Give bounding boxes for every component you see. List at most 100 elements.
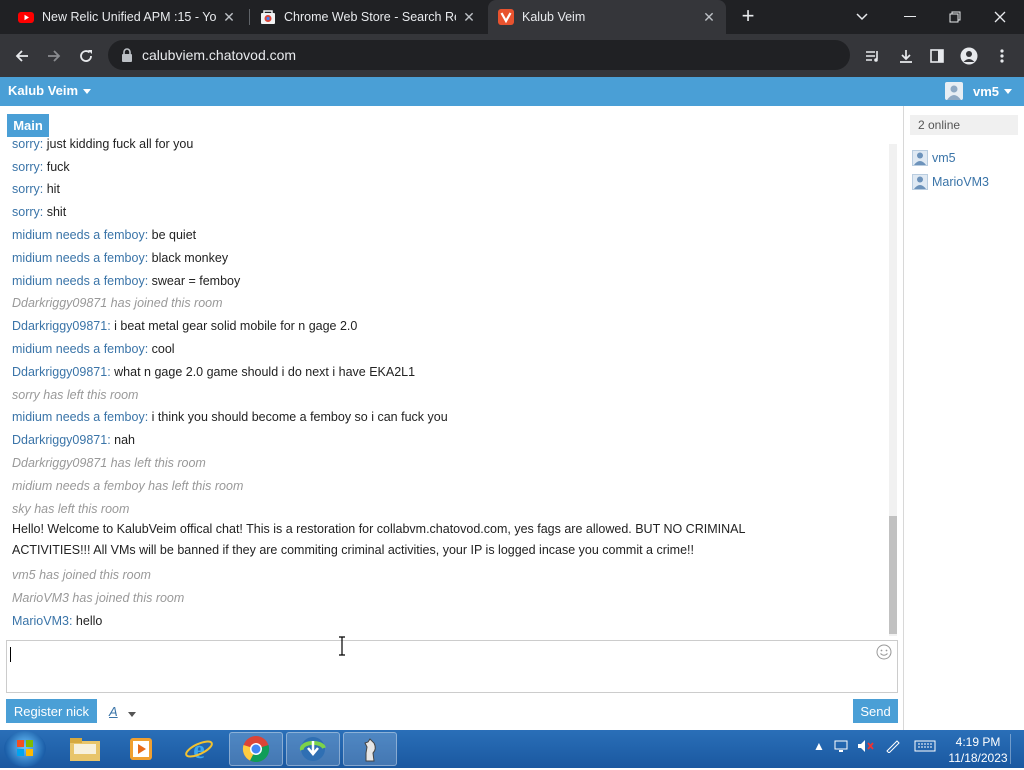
profile-icon[interactable] bbox=[955, 42, 983, 70]
message-nick[interactable]: sorry bbox=[12, 205, 40, 219]
system-message-text: MarioVM3 has joined this room bbox=[12, 591, 185, 605]
download-icon[interactable] bbox=[892, 42, 920, 70]
message-nick[interactable]: Ddarkriggy09871 bbox=[12, 365, 107, 379]
system-message: sky has left this room bbox=[12, 502, 129, 516]
room-title: Kalub Veim bbox=[8, 83, 79, 98]
message-nick[interactable]: Ddarkriggy09871 bbox=[12, 433, 107, 447]
font-style-button[interactable]: A bbox=[109, 704, 118, 719]
close-tab-icon[interactable]: ✕ bbox=[462, 9, 476, 26]
pen-icon[interactable] bbox=[885, 739, 901, 756]
new-tab-icon[interactable]: + bbox=[736, 5, 760, 29]
nick-separator: : bbox=[68, 614, 76, 628]
message-nick[interactable]: midium needs a femboy bbox=[12, 228, 145, 242]
current-username: vm5 bbox=[972, 83, 999, 99]
chat-message: midium needs a femboy: cool bbox=[12, 342, 175, 356]
system-message: MarioVM3 has joined this room bbox=[12, 591, 184, 605]
user-menu-button[interactable]: vm5 bbox=[944, 82, 1012, 100]
message-input[interactable] bbox=[6, 640, 898, 693]
restore-icon[interactable] bbox=[933, 0, 977, 34]
tab-search-chevron-icon[interactable] bbox=[840, 0, 884, 34]
tab-title: New Relic Unified APM :15 - You bbox=[42, 10, 216, 24]
forward-icon[interactable] bbox=[40, 42, 68, 70]
chrome-web-store-icon bbox=[261, 10, 275, 24]
nick-separator: : bbox=[144, 228, 152, 242]
system-message: midium needs a femboy has left this room bbox=[12, 479, 243, 493]
close-window-icon[interactable] bbox=[978, 0, 1022, 34]
side-panel-icon[interactable] bbox=[923, 42, 951, 70]
message-nick[interactable]: sorry bbox=[12, 182, 40, 196]
message-nick[interactable]: midium needs a femboy bbox=[12, 342, 145, 356]
nick-separator: : bbox=[144, 251, 152, 265]
internet-explorer-icon[interactable]: e bbox=[172, 732, 226, 766]
minimize-icon[interactable] bbox=[888, 0, 932, 34]
nick-separator: : bbox=[39, 205, 47, 219]
youtube-icon bbox=[18, 12, 34, 23]
online-count: 2 online bbox=[910, 115, 1018, 135]
message-text: shit bbox=[46, 205, 67, 219]
taskbar-clock[interactable]: 4:19 PM 11/18/2023 bbox=[938, 734, 1018, 766]
chat-message: sorry: hit bbox=[12, 182, 60, 196]
nick-separator: : bbox=[144, 274, 152, 288]
chat-message: Ddarkriggy09871: what n gage 2.0 game sh… bbox=[12, 365, 415, 379]
download-manager-icon[interactable] bbox=[286, 732, 340, 766]
clock-date: 11/18/2023 bbox=[948, 751, 1008, 765]
volume-muted-icon[interactable] bbox=[857, 739, 875, 756]
lock-icon bbox=[122, 48, 132, 62]
browser-tab[interactable]: New Relic Unified APM :15 - You ✕ bbox=[8, 0, 246, 34]
room-menu-button[interactable]: Kalub Veim bbox=[8, 83, 92, 98]
message-nick[interactable]: midium needs a femboy bbox=[12, 410, 145, 424]
system-message: vm5 has joined this room bbox=[12, 568, 151, 582]
show-hidden-icons-chevron-icon[interactable]: ▲ bbox=[813, 739, 825, 753]
network-icon[interactable] bbox=[834, 739, 850, 756]
ibeam-cursor-icon bbox=[339, 636, 345, 656]
file-explorer-icon[interactable] bbox=[58, 732, 112, 766]
user-avatar-icon bbox=[944, 82, 963, 100]
media-player-icon[interactable] bbox=[114, 732, 168, 766]
chevron-down-icon[interactable] bbox=[128, 712, 136, 717]
message-nick[interactable]: midium needs a femboy bbox=[12, 251, 145, 265]
chat-message: sorry: shit bbox=[12, 205, 66, 219]
nick-separator: : bbox=[39, 182, 47, 196]
chat-message: MarioVM3: hello bbox=[12, 614, 102, 628]
close-tab-icon[interactable]: ✕ bbox=[702, 9, 716, 26]
kebab-menu-icon[interactable] bbox=[988, 42, 1016, 70]
keyboard-icon[interactable] bbox=[914, 739, 936, 756]
message-text: black monkey bbox=[151, 251, 229, 265]
register-nick-button[interactable]: Register nick bbox=[6, 699, 97, 723]
browser-tab[interactable]: Chrome Web Store - Search Res ✕ bbox=[250, 0, 486, 34]
chrome-taskbar-icon[interactable] bbox=[229, 732, 283, 766]
start-button-icon[interactable] bbox=[4, 731, 46, 767]
message-text: i beat metal gear solid mobile for n gag… bbox=[114, 319, 358, 333]
user-list-item[interactable]: MarioVM3 bbox=[912, 173, 989, 191]
text-cursor bbox=[10, 647, 11, 662]
reload-icon[interactable] bbox=[72, 42, 100, 70]
message-list: sorry: just kidding fuck all for you sorr… bbox=[0, 134, 888, 634]
system-message-text: vm5 has joined this room bbox=[12, 568, 151, 582]
scrollbar-thumb[interactable] bbox=[889, 516, 897, 634]
smiley-icon[interactable] bbox=[876, 644, 892, 660]
svg-text:e: e bbox=[193, 735, 205, 764]
media-queue-icon[interactable] bbox=[858, 42, 886, 70]
user-avatar-icon bbox=[912, 150, 928, 166]
send-button[interactable]: Send bbox=[853, 699, 898, 723]
close-tab-icon[interactable]: ✕ bbox=[222, 9, 236, 26]
message-nick[interactable]: MarioVM3 bbox=[12, 614, 69, 628]
user-list-item[interactable]: vm5 bbox=[912, 149, 956, 167]
back-icon[interactable] bbox=[8, 42, 36, 70]
system-message-text: sorry has left this room bbox=[12, 388, 139, 402]
browser-tab-active[interactable]: Kalub Veim ✕ bbox=[488, 0, 726, 34]
message-text: what n gage 2.0 game should i do next i … bbox=[114, 365, 416, 379]
chat-message: Ddarkriggy09871: i beat metal gear solid… bbox=[12, 319, 357, 333]
chess-icon[interactable] bbox=[343, 732, 397, 766]
message-nick[interactable]: midium needs a femboy bbox=[12, 274, 145, 288]
tab-title: Kalub Veim bbox=[522, 10, 586, 24]
tab-title: Chrome Web Store - Search Res bbox=[284, 10, 456, 24]
message-nick[interactable]: sorry bbox=[12, 137, 40, 151]
message-nick[interactable]: sorry bbox=[12, 160, 40, 174]
chat-message: sorry: fuck bbox=[12, 160, 70, 174]
nick-separator: : bbox=[144, 410, 152, 424]
message-nick[interactable]: Ddarkriggy09871 bbox=[12, 319, 107, 333]
chat-message: Ddarkriggy09871: nah bbox=[12, 433, 135, 447]
message-text: just kidding fuck all for you bbox=[46, 137, 194, 151]
url-text: calubviem.chatovod.com bbox=[142, 47, 297, 63]
